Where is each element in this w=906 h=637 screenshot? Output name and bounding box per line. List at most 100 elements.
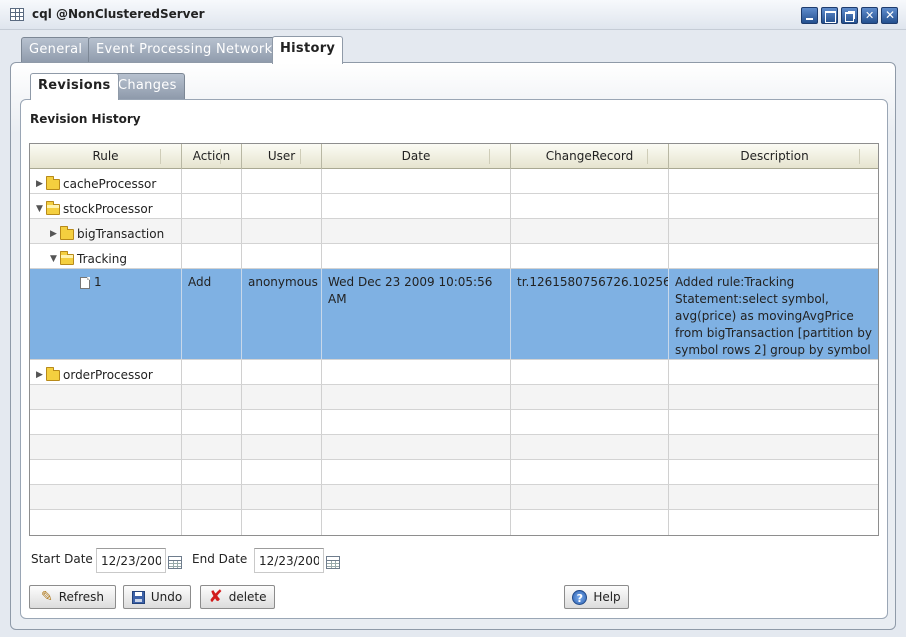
action-cell bbox=[182, 244, 242, 268]
description-cell bbox=[669, 244, 878, 268]
expand-arrow-icon[interactable]: ▶ bbox=[36, 176, 46, 193]
date-cell bbox=[322, 219, 511, 243]
rule-name: bigTransaction bbox=[77, 227, 165, 241]
undo-label: Undo bbox=[150, 590, 183, 604]
tab-general[interactable]: General bbox=[21, 37, 91, 63]
date-cell bbox=[322, 360, 511, 384]
table-row-selected[interactable]: 1 Add anonymous Wed Dec 23 2009 10:05:56… bbox=[30, 269, 878, 360]
folder-icon bbox=[60, 226, 74, 240]
date-cell: Wed Dec 23 2009 10:05:56 AM bbox=[322, 269, 511, 359]
revision-history-table: Rule Action User Date ChangeRecord Descr… bbox=[29, 143, 879, 536]
minimize-icon[interactable] bbox=[801, 7, 818, 24]
action-cell bbox=[182, 194, 242, 218]
table-header: Rule Action User Date ChangeRecord Descr… bbox=[30, 144, 878, 169]
rule-name: 1 bbox=[94, 275, 102, 289]
start-date-label: Start Date bbox=[31, 552, 93, 566]
rule-cell: 1 bbox=[30, 269, 182, 359]
description-cell: Added rule:Tracking Statement:select sym… bbox=[675, 275, 872, 357]
column-header-action[interactable]: Action bbox=[182, 144, 242, 169]
user-cell bbox=[242, 244, 322, 268]
user-cell bbox=[242, 194, 322, 218]
delete-label: delete bbox=[228, 590, 267, 604]
table-row[interactable]: ▼ stockProcessor bbox=[30, 194, 878, 219]
folder-icon bbox=[46, 176, 60, 190]
rule-cell: ▼ stockProcessor bbox=[30, 194, 182, 218]
table-row[interactable]: ▶ bigTransaction bbox=[30, 219, 878, 244]
window-title: cql @NonClusteredServer bbox=[32, 7, 205, 21]
close-icon[interactable] bbox=[881, 7, 898, 24]
end-date-label: End Date bbox=[192, 552, 248, 566]
date-cell bbox=[322, 169, 511, 193]
expand-arrow-icon[interactable]: ▶ bbox=[36, 367, 46, 384]
empty-row bbox=[30, 435, 878, 460]
table-row[interactable]: ▼ Tracking bbox=[30, 244, 878, 269]
description-cell bbox=[669, 360, 878, 384]
rule-name: Tracking bbox=[77, 252, 127, 266]
refresh-label: Refresh bbox=[58, 590, 105, 604]
column-header-date[interactable]: Date bbox=[322, 144, 511, 169]
expand-arrow-icon[interactable]: ▶ bbox=[50, 226, 60, 243]
delete-button[interactable]: ✘ delete bbox=[200, 585, 275, 609]
table-icon bbox=[10, 8, 24, 21]
empty-row bbox=[30, 410, 878, 435]
maximize-icon[interactable] bbox=[821, 7, 838, 24]
section-title: Revision History bbox=[30, 112, 141, 126]
action-cell bbox=[182, 360, 242, 384]
start-date-input[interactable] bbox=[96, 548, 166, 573]
folder-icon bbox=[46, 367, 60, 381]
rule-cell: ▶ orderProcessor bbox=[30, 360, 182, 384]
collapse-arrow-icon[interactable]: ▼ bbox=[50, 251, 60, 268]
help-icon: ? bbox=[572, 589, 588, 605]
restore-icon[interactable] bbox=[841, 7, 858, 24]
user-cell bbox=[242, 219, 322, 243]
column-header-user[interactable]: User bbox=[242, 144, 322, 169]
end-date-input[interactable] bbox=[254, 548, 324, 573]
user-cell bbox=[242, 169, 322, 193]
tab-revisions[interactable]: Revisions bbox=[30, 73, 119, 100]
help-label: Help bbox=[593, 590, 621, 604]
changerecord-cell bbox=[511, 169, 669, 193]
rule-name: cacheProcessor bbox=[63, 177, 157, 191]
changerecord-cell bbox=[511, 244, 669, 268]
column-header-changerecord[interactable]: ChangeRecord bbox=[511, 144, 669, 169]
description-cell bbox=[669, 169, 878, 193]
pencil-icon: ✎ bbox=[40, 589, 53, 605]
column-header-description[interactable]: Description bbox=[669, 144, 878, 169]
table-row[interactable]: ▶ orderProcessor bbox=[30, 360, 878, 385]
window-controls bbox=[801, 7, 898, 24]
refresh-button[interactable]: ✎ Refresh bbox=[29, 585, 116, 609]
action-cell bbox=[182, 169, 242, 193]
empty-row bbox=[30, 510, 878, 535]
changerecord-cell bbox=[511, 219, 669, 243]
action-cell bbox=[182, 219, 242, 243]
empty-row bbox=[30, 485, 878, 510]
description-cell bbox=[669, 194, 878, 218]
rule-name: stockProcessor bbox=[63, 202, 153, 216]
table-row[interactable]: ▶ cacheProcessor bbox=[30, 169, 878, 194]
empty-row bbox=[30, 460, 878, 485]
calendar-icon[interactable] bbox=[168, 556, 182, 569]
user-cell: anonymous bbox=[242, 269, 322, 359]
rule-name: orderProcessor bbox=[63, 368, 153, 382]
rule-cell: ▼ Tracking bbox=[30, 244, 182, 268]
changerecord-cell: tr.1261580756726.10256 bbox=[511, 269, 669, 359]
undo-button[interactable]: Undo bbox=[123, 585, 191, 609]
user-cell bbox=[242, 360, 322, 384]
changerecord-cell bbox=[511, 194, 669, 218]
tab-history[interactable]: History bbox=[272, 36, 344, 64]
file-icon bbox=[80, 276, 90, 289]
date-cell bbox=[322, 194, 511, 218]
undock-icon[interactable] bbox=[861, 7, 878, 24]
tab-event-processing-network[interactable]: Event Processing Network bbox=[88, 37, 281, 63]
date-cell bbox=[322, 244, 511, 268]
help-button[interactable]: ? Help bbox=[564, 585, 629, 609]
tab-changes[interactable]: Changes bbox=[110, 73, 185, 99]
folder-open-icon bbox=[46, 201, 60, 215]
calendar-icon[interactable] bbox=[326, 556, 340, 569]
folder-open-icon bbox=[60, 251, 74, 265]
rule-cell: ▶ cacheProcessor bbox=[30, 169, 182, 193]
action-cell: Add bbox=[182, 269, 242, 359]
column-header-rule[interactable]: Rule bbox=[30, 144, 182, 169]
title-bar: cql @NonClusteredServer bbox=[0, 0, 906, 30]
collapse-arrow-icon[interactable]: ▼ bbox=[36, 201, 46, 218]
